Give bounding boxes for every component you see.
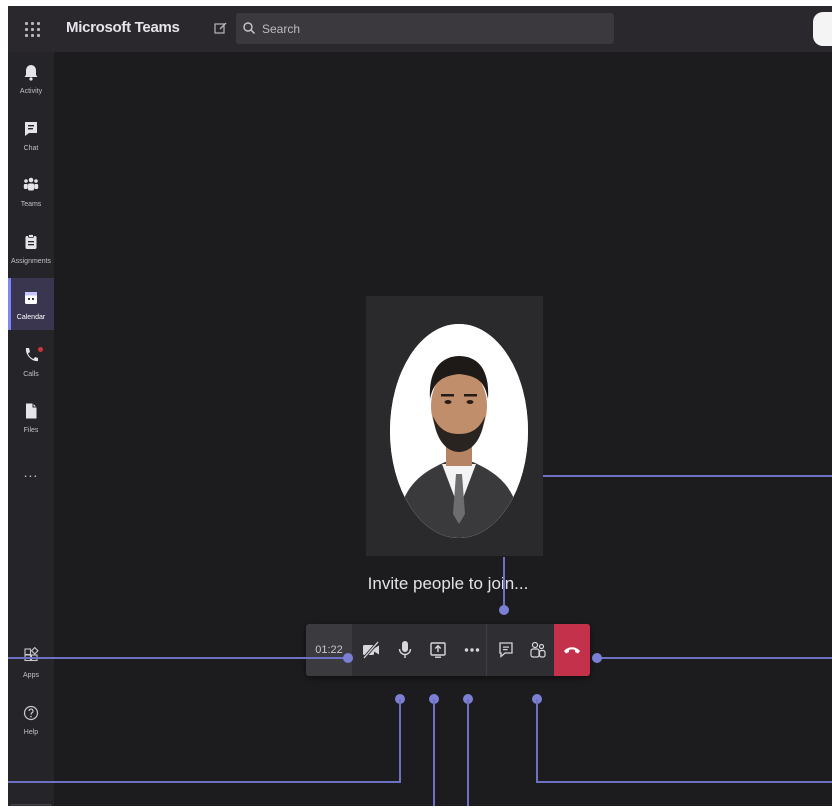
file-icon — [26, 403, 37, 419]
share-screen-icon — [430, 642, 446, 658]
callout-line — [536, 781, 832, 783]
show-conversation-button[interactable] — [489, 624, 523, 676]
app-launcher-icon[interactable] — [22, 19, 42, 39]
more-apps-icon[interactable]: ... — [8, 464, 54, 480]
camera-off-icon — [362, 641, 380, 659]
callout-line — [597, 657, 832, 659]
hang-up-icon — [564, 647, 580, 654]
callout-line — [543, 475, 832, 477]
sidebar-item-help[interactable]: Help — [8, 693, 54, 745]
assignments-icon — [25, 234, 37, 249]
controls-divider — [486, 624, 487, 676]
top-bar: Microsoft Teams — [8, 6, 832, 52]
callout-line — [399, 699, 401, 782]
sidebar-item-calendar[interactable]: Calendar — [8, 278, 54, 330]
search-icon — [242, 21, 256, 35]
invite-people-link[interactable]: Invite people to join... — [348, 574, 548, 594]
phone-icon — [25, 348, 38, 362]
teams-window: Microsoft Teams Activity Chat Teams Assi… — [8, 6, 832, 806]
microphone-toggle-button[interactable] — [388, 624, 422, 676]
sidebar-item-label: Files — [23, 427, 39, 434]
sidebar-item-apps[interactable]: Apps — [8, 636, 54, 688]
search-box[interactable] — [236, 13, 614, 44]
chat-icon — [25, 122, 37, 136]
show-participants-button[interactable] — [521, 624, 555, 676]
search-input[interactable] — [260, 18, 604, 40]
call-controls-bar: 01:22 — [306, 624, 590, 676]
callout-line — [467, 699, 469, 806]
chat-icon — [499, 642, 513, 658]
app-title: Microsoft Teams — [66, 19, 180, 36]
callout-line — [503, 557, 505, 610]
new-chat-icon[interactable] — [213, 20, 229, 36]
participant-avatar — [390, 324, 528, 538]
callout-dot — [592, 653, 602, 663]
device-settings-button[interactable] — [11, 804, 51, 806]
teams-icon — [23, 177, 39, 191]
app-bar: Activity Chat Teams Assignments Calendar… — [8, 52, 54, 806]
more-actions-icon — [464, 648, 480, 652]
sidebar-item-calls[interactable]: Calls — [8, 335, 54, 387]
bell-icon — [24, 65, 38, 81]
sidebar-item-activity[interactable]: Activity — [8, 52, 54, 104]
microphone-icon — [398, 641, 412, 658]
sidebar-item-teams[interactable]: Teams — [8, 165, 54, 217]
callout-dot — [343, 653, 353, 663]
notification-badge — [38, 347, 43, 352]
hang-up-button[interactable] — [554, 624, 590, 676]
callout-line — [433, 699, 435, 806]
sidebar-item-label: Teams — [20, 201, 42, 208]
callout-line — [8, 781, 401, 783]
callout-dot — [499, 605, 509, 615]
sidebar-item-chat[interactable]: Chat — [8, 109, 54, 161]
sidebar-item-files[interactable]: Files — [8, 391, 54, 443]
sidebar-item-label: Apps — [23, 672, 39, 679]
sidebar-item-label: Chat — [23, 145, 39, 152]
profile-avatar[interactable] — [813, 12, 832, 46]
apps-icon — [24, 647, 39, 662]
sidebar-item-label: Calls — [23, 371, 39, 378]
sidebar-item-label: Activity — [19, 88, 43, 95]
share-screen-button[interactable] — [421, 624, 455, 676]
sidebar-item-label: Calendar — [16, 314, 46, 321]
sidebar-item-label: Help — [23, 729, 39, 736]
participants-icon — [530, 641, 546, 658]
callout-line — [8, 657, 348, 659]
call-timer: 01:22 — [306, 624, 352, 676]
participant-tile[interactable] — [366, 296, 543, 556]
callout-line — [536, 699, 538, 782]
sidebar-item-assignments[interactable]: Assignments — [8, 222, 54, 274]
more-actions-button[interactable] — [455, 624, 489, 676]
calendar-icon — [25, 292, 37, 304]
sidebar-item-label: Assignments — [10, 258, 52, 265]
camera-toggle-button[interactable] — [354, 624, 388, 676]
help-icon — [23, 705, 39, 721]
